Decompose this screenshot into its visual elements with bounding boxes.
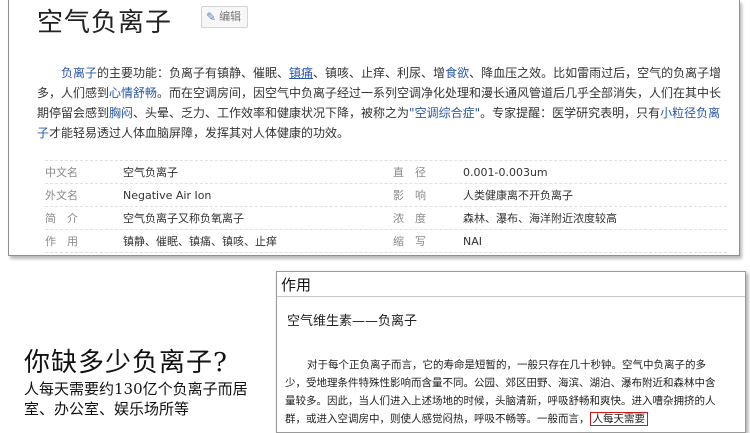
info-value: 空气负离子 xyxy=(123,166,178,179)
info-label: 缩 写 xyxy=(393,235,426,248)
info-value: NAI xyxy=(463,234,482,248)
info-label: 中文名 xyxy=(45,166,78,179)
poster-subtext: 人每天需要约130亿个负离子而居室、办公室、娱乐场所等 xyxy=(24,380,248,418)
info-row: 中文名 空气负离子 直 径 0.001-0.003um xyxy=(45,160,727,184)
panel-subtitle: 空气维生素——负离子 xyxy=(287,314,418,329)
info-label: 外文名 xyxy=(45,189,78,202)
edit-label: 编辑 xyxy=(219,10,242,23)
info-value: 空气负离子又称负氧离子 xyxy=(123,212,244,225)
edit-button[interactable]: ✎ 编辑 xyxy=(201,6,249,28)
info-value: 森林、瀑布、海洋附近浓度较高 xyxy=(463,212,617,225)
article-card: 空气负离子 ✎ 编辑 负离子的主要功能：负离子有镇静、催眠、镇痛、镇咳、止痒、利… xyxy=(8,0,740,256)
link-ac-syndrome[interactable]: "空调综合症" xyxy=(409,106,480,120)
info-value: Negative Air Ion xyxy=(123,188,212,202)
pencil-icon: ✎ xyxy=(206,10,217,24)
info-value: 镇静、催眠、镇痛、镇咳、止痒 xyxy=(123,235,277,248)
link-analgesia[interactable]: 镇痛 xyxy=(289,66,313,80)
info-label: 直 径 xyxy=(393,166,426,179)
info-label: 影 响 xyxy=(393,189,426,202)
info-box: 中文名 空气负离子 直 径 0.001-0.003um 外文名 Negative… xyxy=(45,160,727,253)
info-label: 作 用 xyxy=(45,235,78,248)
effect-panel: 作用 空气维生素——负离子 对于每个正负离子而言，它的寿命是短暂的，一般只存在几… xyxy=(276,271,746,433)
info-value: 人类健康离不开负离子 xyxy=(463,189,573,202)
link-appetite[interactable]: 食欲 xyxy=(445,66,469,80)
link-negative-ion[interactable]: 负离子 xyxy=(61,66,97,80)
article-title: 空气负离子 xyxy=(37,8,173,38)
info-row: 作 用 镇静、催眠、镇痛、镇咳、止痒 缩 写 NAI xyxy=(45,230,727,253)
poster-headline: 你缺多少负离子? xyxy=(24,348,228,378)
link-chest-tightness[interactable]: 胸闷 xyxy=(109,106,133,120)
highlighted-phrase: 人每天需要 xyxy=(589,412,648,426)
intro-paragraph: 负离子的主要功能：负离子有镇静、催眠、镇痛、镇咳、止痒、利尿、增食欲、降血压之效… xyxy=(37,66,722,140)
info-label: 浓 度 xyxy=(393,212,426,225)
info-row: 简 介 空气负离子又称负氧离子 浓 度 森林、瀑布、海洋附近浓度较高 xyxy=(45,207,727,230)
info-label: 简 介 xyxy=(45,212,78,225)
panel-divider xyxy=(277,296,745,297)
link-good-mood[interactable]: 心情舒畅 xyxy=(109,86,157,100)
panel-title: 作用 xyxy=(281,276,312,294)
panel-paragraph: 对于每个正负离子而言，它的寿命是短暂的，一般只存在几十秒钟。空气中负离子的多少，… xyxy=(285,359,716,426)
info-value: 0.001-0.003um xyxy=(463,165,548,179)
info-row: 外文名 Negative Air Ion 影 响 人类健康离不开负离子 xyxy=(45,184,727,207)
